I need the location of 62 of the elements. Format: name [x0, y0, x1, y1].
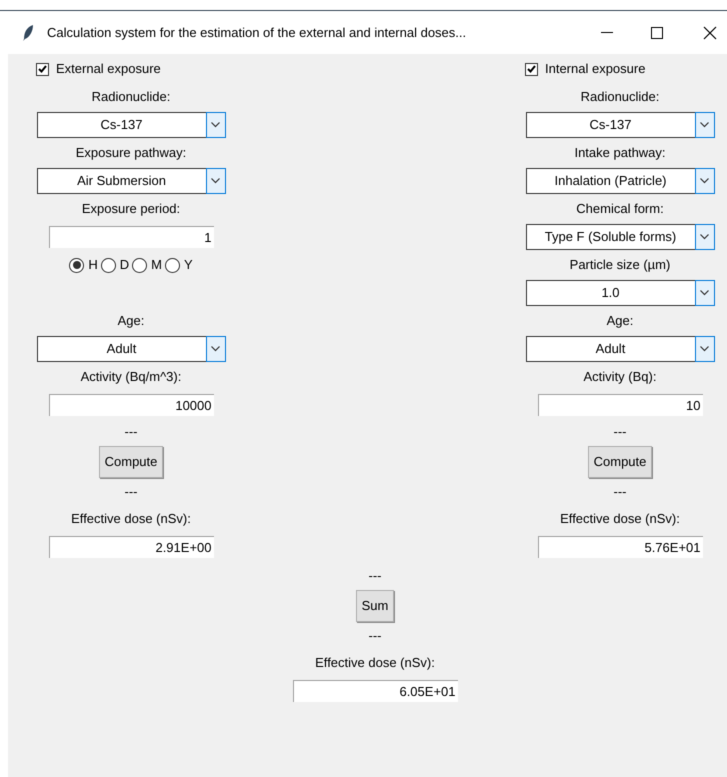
chevron-down-icon	[694, 280, 714, 306]
window-title: Calculation system for the estimation of the external and internal doses...	[47, 24, 466, 42]
checkbox[interactable]	[36, 62, 49, 76]
minimize-icon[interactable]	[601, 32, 613, 34]
field-label: Particle size (µm)	[570, 256, 670, 274]
dropdown[interactable]: Cs-137	[526, 112, 714, 138]
checkbox-label: External exposure	[56, 60, 161, 78]
field-label: Radionuclide:	[580, 88, 660, 106]
input-field[interactable]: 10	[538, 394, 702, 416]
field-label: Exposure pathway:	[76, 144, 186, 162]
dropdown[interactable]: Cs-137	[36, 112, 226, 138]
dropdown[interactable]: Air Submersion	[36, 168, 226, 194]
field-label: Chemical form:	[576, 200, 664, 218]
radio-button[interactable]	[100, 258, 116, 272]
input-field[interactable]: 10000	[48, 394, 214, 416]
dropdown[interactable]: Adult	[36, 336, 226, 362]
input-field[interactable]: 5.76E+01	[538, 536, 702, 558]
radio-button[interactable]	[132, 258, 148, 272]
chevron-down-icon	[694, 336, 714, 362]
chevron-down-icon	[206, 336, 226, 362]
input-field[interactable]: 2.91E+00	[48, 536, 214, 558]
chevron-down-icon	[694, 224, 714, 250]
checkbox-label: Internal exposure	[545, 60, 646, 78]
chevron-down-icon	[206, 168, 226, 194]
radio-button[interactable]	[164, 258, 180, 272]
radio-button[interactable]	[69, 258, 84, 272]
separator-text: ---	[614, 423, 626, 442]
separator-text: ---	[124, 483, 138, 502]
field-label: Age:	[606, 312, 634, 330]
action-button[interactable]: Compute	[588, 446, 652, 478]
field-label: Exposure period:	[82, 200, 180, 218]
separator-text: ---	[124, 423, 138, 442]
checkbox[interactable]	[525, 62, 538, 76]
separator-text: ---	[368, 627, 382, 646]
action-button[interactable]: Sum	[356, 590, 394, 622]
chevron-down-icon	[206, 112, 226, 138]
field-label: Effective dose (nSv):	[71, 510, 191, 528]
radio-label: Y	[184, 256, 193, 274]
field-label: Effective dose (nSv):	[315, 654, 435, 672]
field-label: Activity (Bq/m^3):	[80, 368, 182, 386]
field-label: Radionuclide:	[92, 88, 170, 106]
field-label: Activity (Bq):	[584, 368, 656, 386]
field-label: Effective dose (nSv):	[560, 510, 680, 528]
field-label: Age:	[118, 312, 144, 330]
action-button[interactable]: Compute	[98, 446, 164, 478]
dropdown[interactable]: 1.0	[526, 280, 714, 306]
dropdown[interactable]: Type F (Soluble forms)	[526, 224, 714, 250]
close-icon[interactable]	[703, 26, 717, 40]
maximize-icon[interactable]	[651, 26, 663, 38]
dropdown[interactable]: Adult	[526, 336, 714, 362]
radio-label: H	[88, 256, 98, 274]
input-field[interactable]: 6.05E+01	[292, 680, 458, 702]
chevron-down-icon	[694, 168, 714, 194]
feather-icon	[22, 24, 34, 42]
radio-label: M	[151, 256, 162, 274]
chevron-down-icon	[694, 112, 714, 138]
input-field[interactable]: 1	[48, 226, 214, 248]
dropdown[interactable]: Inhalation (Patricle)	[526, 168, 714, 194]
field-label: Intake pathway:	[574, 144, 666, 162]
radio-label: D	[120, 256, 130, 274]
separator-text: ---	[614, 483, 626, 502]
separator-text: ---	[368, 567, 382, 586]
